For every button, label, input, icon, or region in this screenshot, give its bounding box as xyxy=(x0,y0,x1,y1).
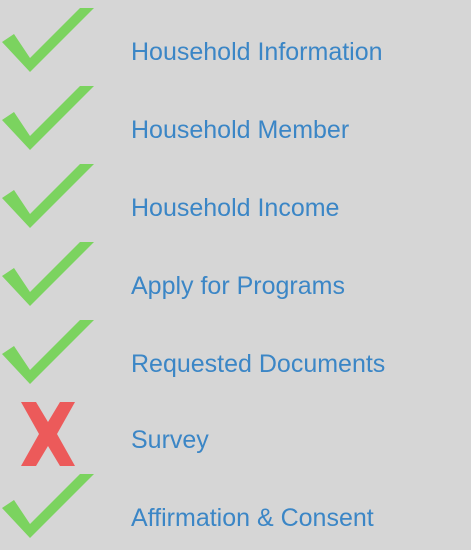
step-household-member: Household Member xyxy=(0,86,471,156)
step-link-household-income[interactable]: Household Income xyxy=(131,192,339,224)
step-affirmation-consent: Affirmation & Consent xyxy=(0,474,471,544)
step-link-apply-for-programs[interactable]: Apply for Programs xyxy=(131,270,345,302)
step-household-information: Household Information xyxy=(0,8,471,78)
step-link-requested-documents[interactable]: Requested Documents xyxy=(131,348,385,380)
step-requested-documents: Requested Documents xyxy=(0,320,471,390)
check-icon xyxy=(0,474,96,550)
check-icon xyxy=(0,320,96,396)
step-survey: Survey xyxy=(0,396,471,466)
cross-icon xyxy=(0,396,96,472)
step-household-income: Household Income xyxy=(0,164,471,234)
check-icon xyxy=(0,242,96,318)
check-icon xyxy=(0,164,96,240)
step-link-affirmation-consent[interactable]: Affirmation & Consent xyxy=(131,502,374,534)
step-apply-for-programs: Apply for Programs xyxy=(0,242,471,312)
step-link-household-member[interactable]: Household Member xyxy=(131,114,349,146)
step-link-survey[interactable]: Survey xyxy=(131,424,209,456)
check-icon xyxy=(0,8,96,84)
step-link-household-information[interactable]: Household Information xyxy=(131,36,383,68)
application-steps-list: Household Information Household Member H… xyxy=(0,0,471,538)
check-icon xyxy=(0,86,96,162)
